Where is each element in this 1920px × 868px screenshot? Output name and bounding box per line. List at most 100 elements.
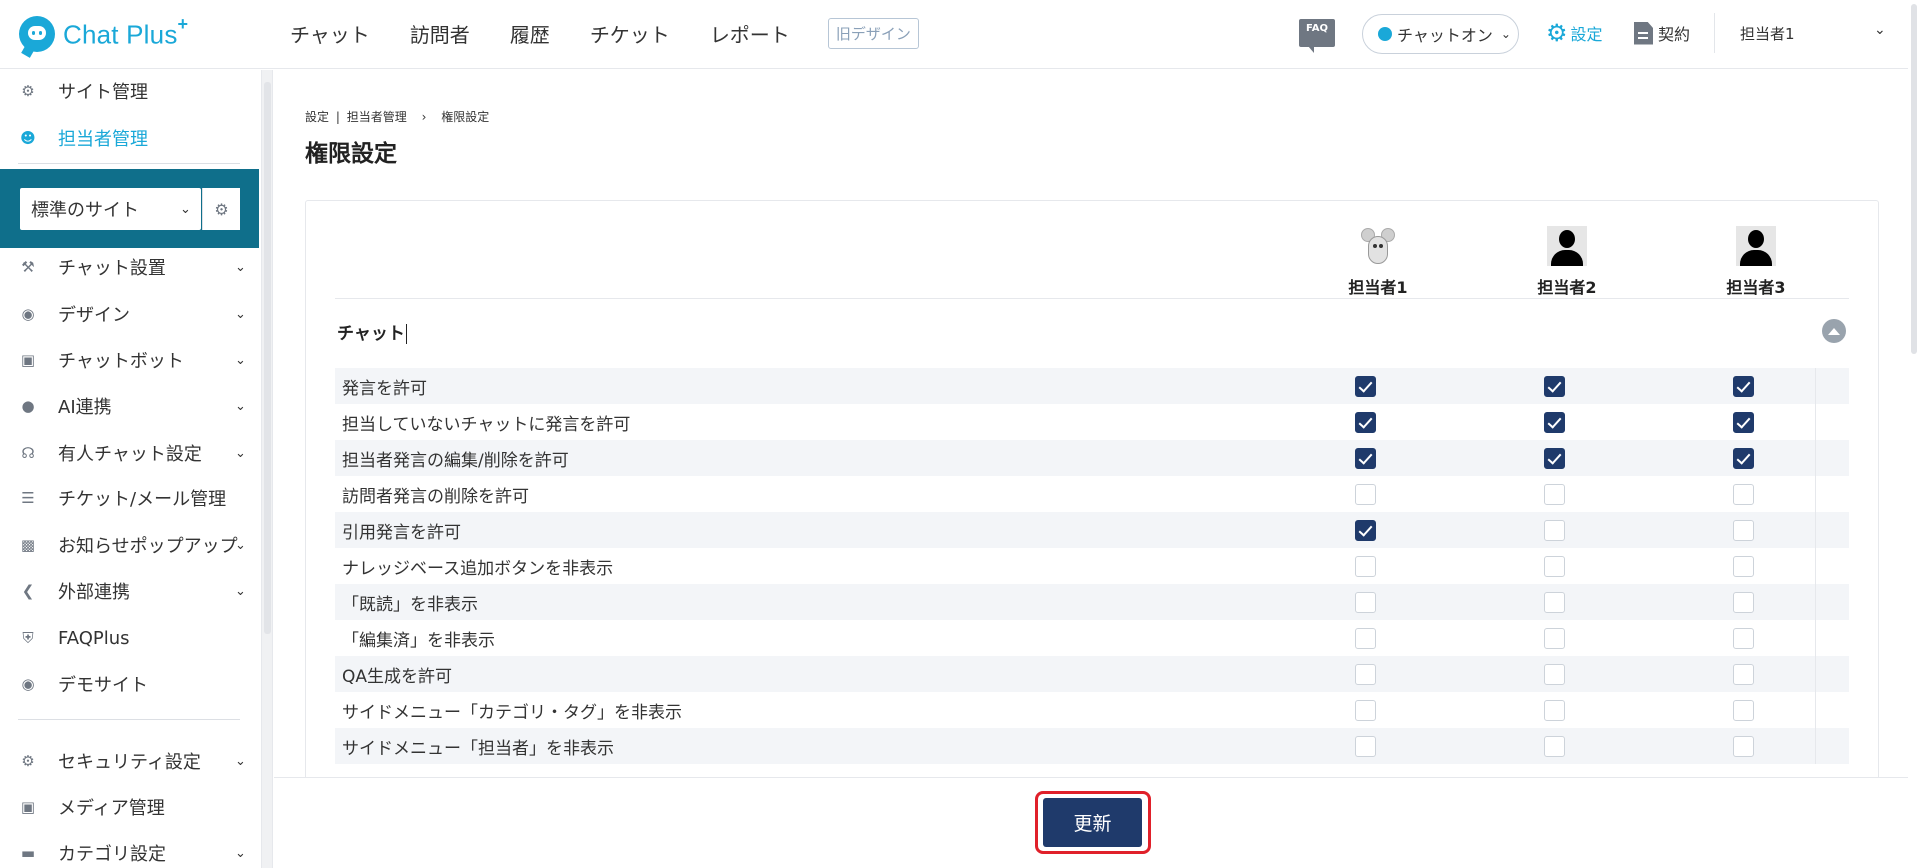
permission-checkbox-agent-1[interactable] <box>1355 628 1376 649</box>
breadcrumb-parent[interactable]: 担当者管理 <box>347 110 407 124</box>
sidebar-item-demo-site[interactable]: ◉ デモサイト <box>0 663 259 705</box>
sidebar-item-media[interactable]: ▣ メディア管理 <box>0 786 259 828</box>
permission-checkbox-agent-2[interactable] <box>1544 412 1565 433</box>
page-scrollbar[interactable] <box>1908 0 1920 868</box>
permission-checkbox-agent-3[interactable] <box>1733 664 1754 685</box>
permission-checkbox-agent-3[interactable] <box>1733 628 1754 649</box>
sidebar-item-security[interactable]: ⚙ セキュリティ設定 ⌄ <box>0 740 259 782</box>
permission-checkbox-agent-2[interactable] <box>1544 484 1565 505</box>
permission-label: 担当者発言の編集/削除を許可 <box>342 450 569 471</box>
permission-checkbox-agent-2[interactable] <box>1544 628 1565 649</box>
permission-checkbox-agent-2[interactable] <box>1544 664 1565 685</box>
permission-checkbox-agent-1[interactable] <box>1355 448 1376 469</box>
nav-visitors[interactable]: 訪問者 <box>410 19 470 48</box>
permission-checkbox-agent-2[interactable] <box>1544 736 1565 757</box>
table-row: 担当者発言の編集/削除を許可 <box>335 440 1849 476</box>
permission-checkbox-agent-2[interactable] <box>1544 376 1565 397</box>
chevron-down-icon: ⌄ <box>235 259 246 275</box>
permission-checkbox-agent-1[interactable] <box>1355 376 1376 397</box>
faq-icon[interactable]: FAQ <box>1299 19 1335 53</box>
sidebar-item-label: AI連携 <box>58 397 112 418</box>
permission-checkbox-agent-1[interactable] <box>1355 556 1376 577</box>
permission-checkbox-agent-2[interactable] <box>1544 700 1565 721</box>
contract-label: 契約 <box>1658 25 1691 44</box>
sidebar-scrollbar[interactable] <box>261 70 273 868</box>
settings-link[interactable]: ⚙ 設定 <box>1546 21 1603 45</box>
permission-checkbox-agent-2[interactable] <box>1544 592 1565 613</box>
sidebar-item-integrations[interactable]: ❮ 外部連携 ⌄ <box>0 570 259 612</box>
permission-checkbox-agent-3[interactable] <box>1733 520 1754 541</box>
old-design-button[interactable]: 旧デザイン <box>827 17 919 49</box>
permission-checkbox-agent-1[interactable] <box>1355 664 1376 685</box>
nav-tickets[interactable]: チケット <box>590 19 670 48</box>
sidebar-item-category[interactable]: ▬ カテゴリ設定 ⌄ <box>0 832 259 868</box>
permission-checkbox-agent-1[interactable] <box>1355 592 1376 613</box>
faq-icon-label: FAQ <box>1306 23 1328 34</box>
sidebar-item-site-management[interactable]: ⚙ サイト管理 <box>0 70 259 112</box>
permission-checkbox-agent-3[interactable] <box>1733 556 1754 577</box>
sidebar-item-label: チャットボット <box>58 351 184 372</box>
row-divider <box>1815 656 1816 692</box>
user-menu[interactable]: 担当者1 <box>1740 23 1795 44</box>
sidebar-item-chat-install[interactable]: ⚒ チャット設置 ⌄ <box>0 246 259 288</box>
chevron-down-icon: ⌄ <box>235 537 246 553</box>
sidebar-item-live-chat-settings[interactable]: ☊ 有人チャット設定 ⌄ <box>0 432 259 474</box>
section-title: チャット <box>337 324 407 344</box>
sidebar-item-ai[interactable]: ● AI連携 ⌄ <box>0 385 259 427</box>
chevron-down-icon: ⌄ <box>235 445 246 461</box>
chat-status-dropdown[interactable]: チャットオン ⌄ <box>1362 14 1519 54</box>
nav-history[interactable]: 履歴 <box>510 19 550 48</box>
permission-checkbox-agent-3[interactable] <box>1733 736 1754 757</box>
folder-icon: ▬ <box>20 844 36 862</box>
sidebar-item-popup[interactable]: ▩ お知らせポップアップ ⌄ <box>0 524 259 566</box>
permission-checkbox-agent-1[interactable] <box>1355 520 1376 541</box>
image-icon: ▣ <box>20 798 36 816</box>
sidebar-item-label: メディア管理 <box>58 798 165 819</box>
permission-checkbox-agent-3[interactable] <box>1733 592 1754 613</box>
sidebar-item-label: チャット設置 <box>58 258 166 279</box>
sidebar-item-label: サイト管理 <box>58 82 148 103</box>
sidebar-item-ticket-mail[interactable]: ☰ チケット/メール管理 <box>0 477 259 519</box>
nav-reports[interactable]: レポート <box>710 19 790 48</box>
permission-checkbox-agent-3[interactable] <box>1733 448 1754 469</box>
permission-checkbox-agent-3[interactable] <box>1733 376 1754 397</box>
row-divider <box>1815 404 1816 440</box>
permission-checkbox-agent-3[interactable] <box>1733 412 1754 433</box>
scrollbar-thumb[interactable] <box>1911 4 1917 354</box>
permission-checkbox-agent-1[interactable] <box>1355 484 1376 505</box>
breadcrumb-root[interactable]: 設定 <box>305 110 329 124</box>
agent-name: 担当者3 <box>1726 278 1786 297</box>
permission-checkbox-agent-2[interactable] <box>1544 556 1565 577</box>
headset-icon: ☊ <box>21 444 35 462</box>
permission-checkbox-agent-3[interactable] <box>1733 700 1754 721</box>
scrollbar-thumb[interactable] <box>264 82 271 634</box>
site-settings-gear-icon[interactable]: ⚙ <box>202 188 240 230</box>
permission-checkbox-agent-1[interactable] <box>1355 736 1376 757</box>
sidebar-item-agent-management[interactable]: ☻ 担当者管理 <box>0 117 259 159</box>
row-divider <box>1815 548 1816 584</box>
sidebar-item-design[interactable]: ◉ デザイン ⌄ <box>0 293 259 335</box>
main-nav: チャット 訪問者 履歴 チケット レポート 旧デザイン <box>290 0 919 66</box>
sidebar-item-faqplus[interactable]: ⛨ FAQPlus <box>0 617 259 659</box>
palette-icon: ◉ <box>21 305 35 323</box>
update-button[interactable]: 更新 <box>1043 798 1142 847</box>
contract-link[interactable]: 契約 <box>1634 21 1690 45</box>
table-row: ナレッジベース追加ボタンを非表示 <box>335 548 1849 584</box>
permission-checkbox-agent-2[interactable] <box>1544 520 1565 541</box>
users-icon: ☻ <box>20 129 36 147</box>
chevron-down-icon: ⌄ <box>235 352 246 368</box>
chevron-down-icon[interactable]: ⌄ <box>1874 22 1886 38</box>
permission-checkbox-agent-1[interactable] <box>1355 412 1376 433</box>
permission-checkbox-agent-3[interactable] <box>1733 484 1754 505</box>
sidebar-item-chatbot[interactable]: ▣ チャットボット ⌄ <box>0 339 259 381</box>
site-select[interactable]: 標準のサイト ⌄ <box>20 188 201 230</box>
chevron-down-icon: ⌄ <box>180 201 191 217</box>
settings-label: 設定 <box>1570 25 1603 44</box>
collapse-up-icon[interactable] <box>1822 319 1846 343</box>
logo[interactable]: Chat Plus+ <box>19 14 188 54</box>
status-dot-icon <box>1378 27 1392 41</box>
main-content: 設定 | 担当者管理 › 権限設定 権限設定 担当者1 担当者2 担当者3 チャ… <box>274 70 1908 868</box>
permission-checkbox-agent-2[interactable] <box>1544 448 1565 469</box>
permission-checkbox-agent-1[interactable] <box>1355 700 1376 721</box>
nav-chat[interactable]: チャット <box>290 19 370 48</box>
